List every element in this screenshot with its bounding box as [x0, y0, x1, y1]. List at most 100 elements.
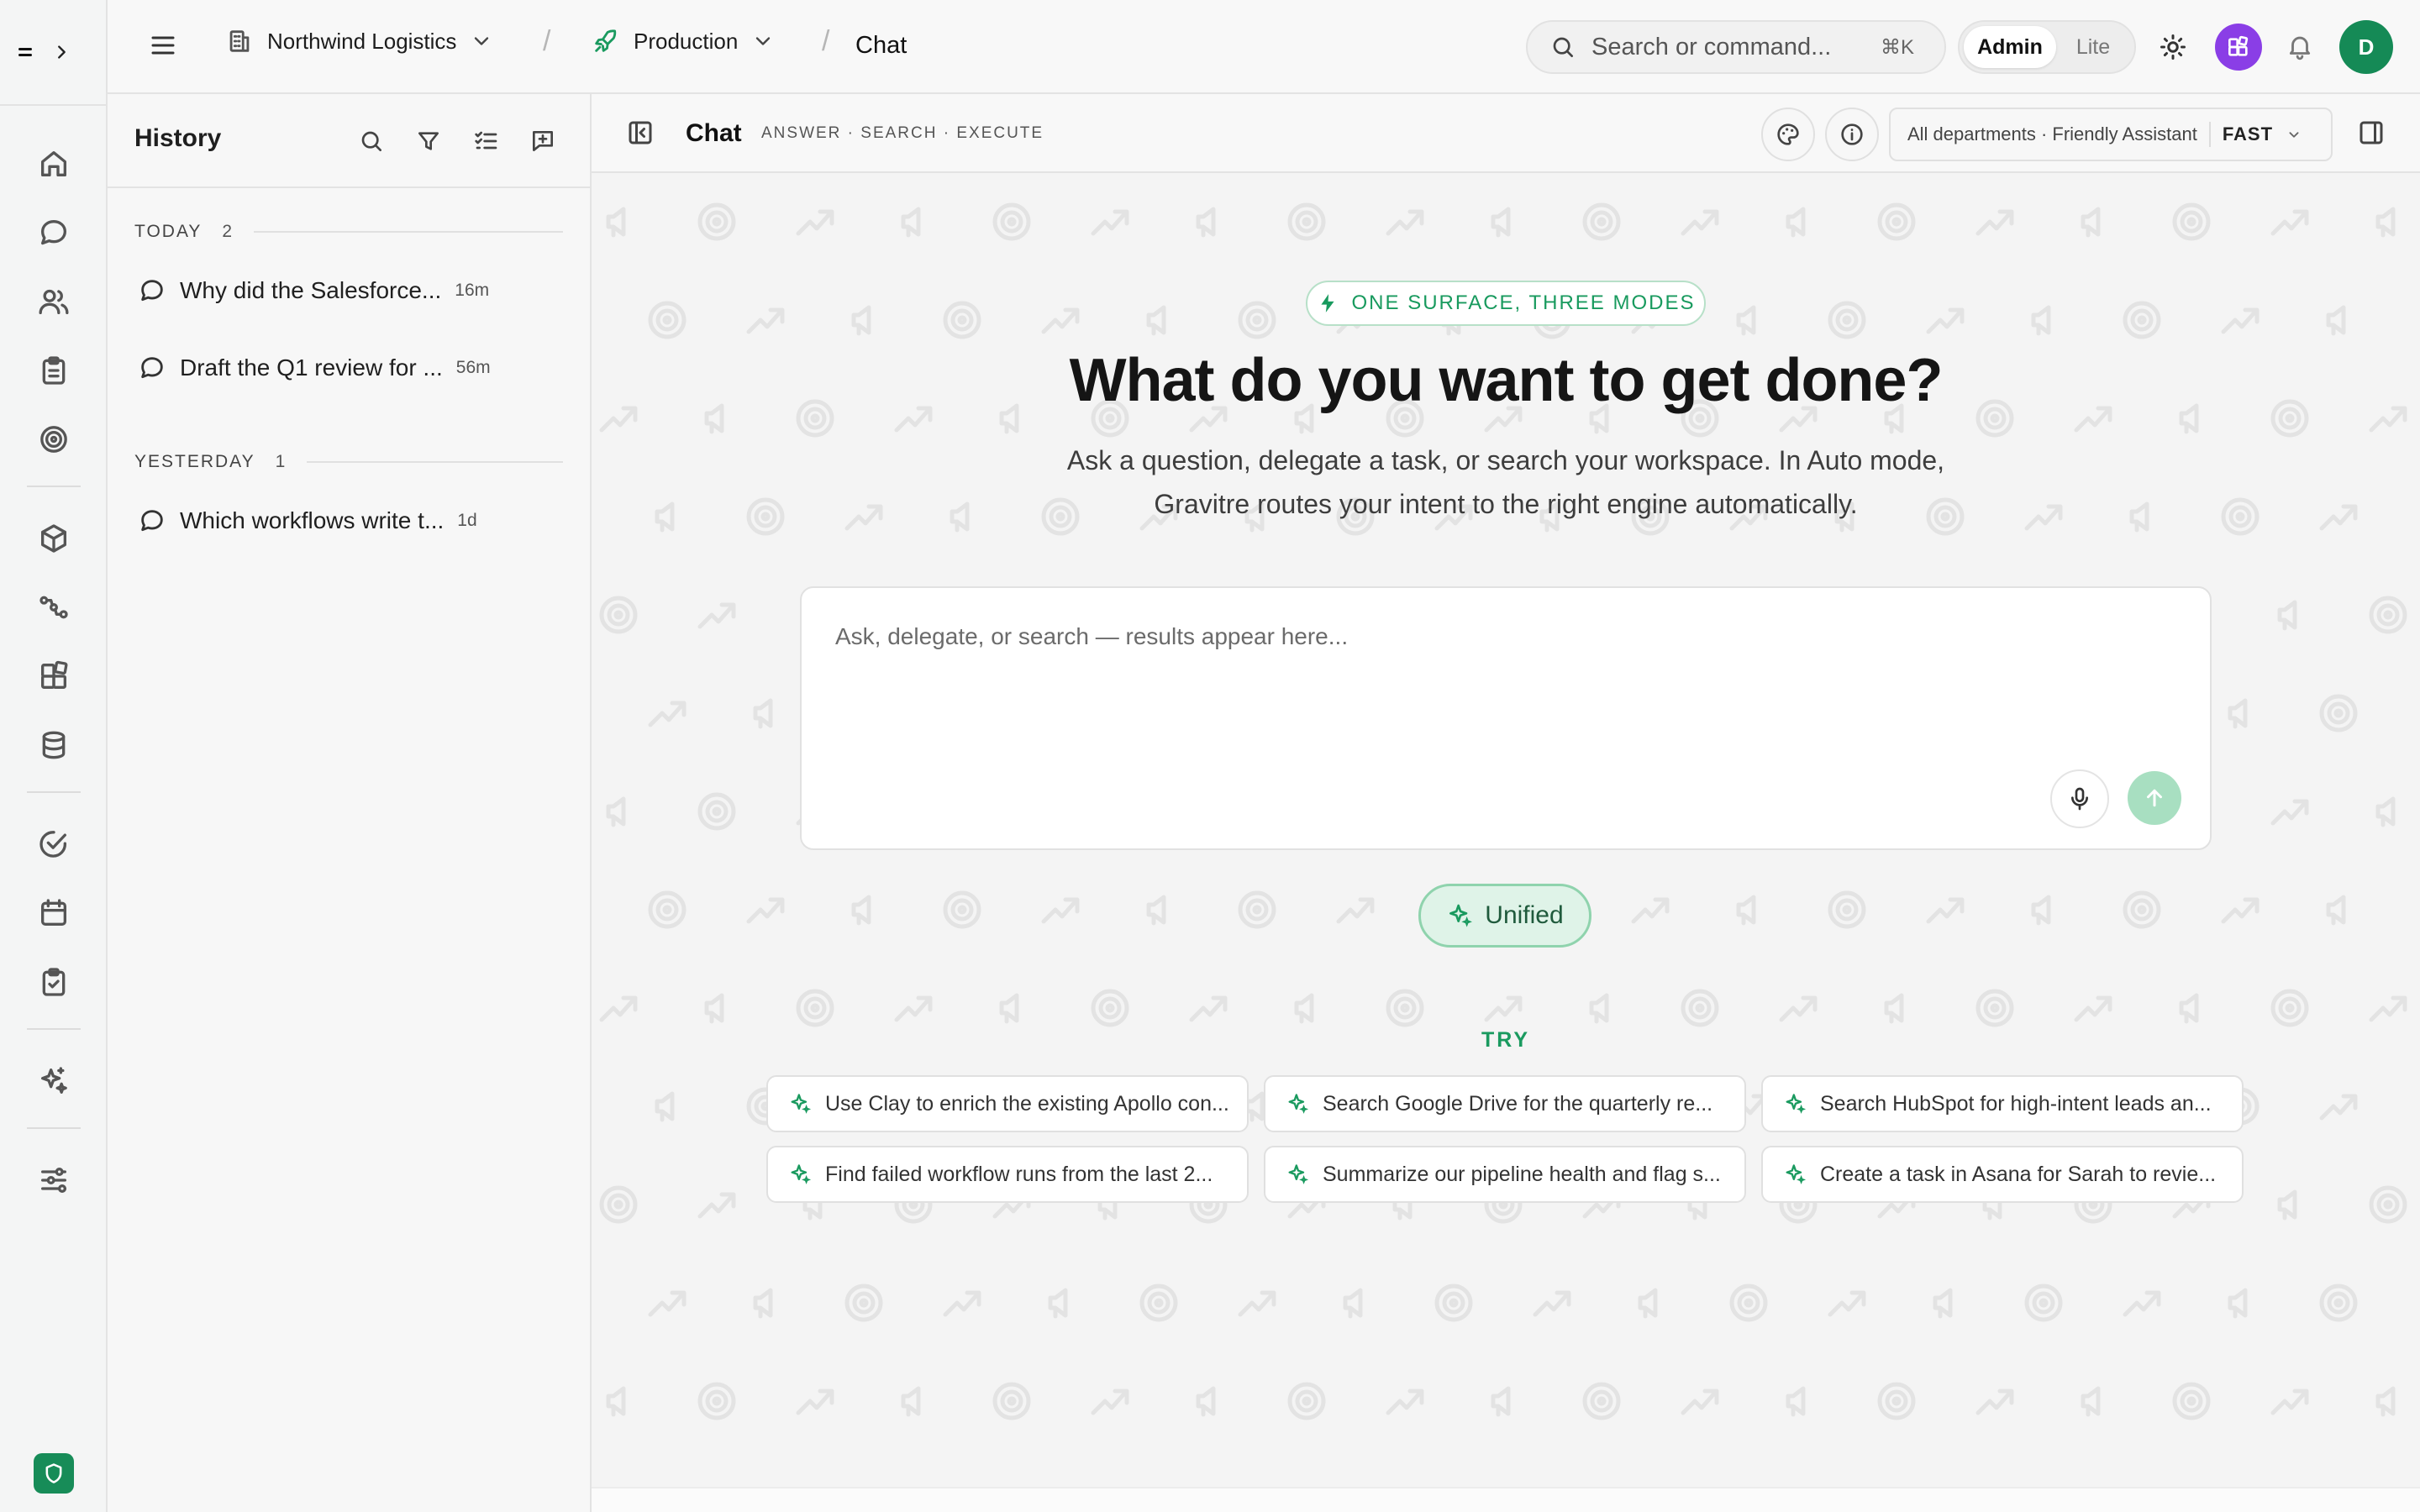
pattern-glyph: [1238, 890, 1276, 929]
arrow-up-icon: [2147, 789, 2162, 807]
mic-button[interactable]: [2050, 769, 2109, 828]
chevron-down-icon: [756, 37, 771, 45]
chevron-right-icon[interactable]: [52, 43, 71, 61]
pattern-glyph: [2129, 501, 2149, 533]
pattern-glyph: [943, 301, 981, 339]
info-icon[interactable]: [1825, 108, 1879, 161]
environment-name: Production: [634, 28, 739, 54]
pattern-glyph: [2375, 796, 2396, 827]
pattern-glyph: [2270, 799, 2309, 826]
clipboard-check-icon[interactable]: [27, 955, 81, 1009]
history-group-today: TODAY 2: [134, 222, 563, 242]
apps-icon[interactable]: [27, 649, 81, 703]
mode-toggle[interactable]: Admin Lite: [1958, 20, 2136, 74]
pattern-glyph: [844, 504, 883, 531]
calendar-icon[interactable]: [27, 886, 81, 940]
history-item[interactable]: Which workflows write t... 1d: [138, 499, 566, 543]
pattern-glyph: [2369, 596, 2407, 634]
pattern-glyph: [851, 895, 871, 926]
pattern-glyph: [1091, 209, 1129, 236]
pattern-glyph: [697, 1382, 736, 1420]
pattern-glyph: [894, 995, 933, 1022]
chat-bubble-icon: [141, 510, 163, 532]
chat-icon[interactable]: [27, 206, 81, 260]
pattern-glyph: [1681, 989, 1719, 1027]
pattern-glyph: [1589, 993, 1609, 1024]
pattern-glyph: [746, 307, 785, 334]
sparkles-icon[interactable]: [27, 1054, 81, 1108]
clipboard-icon[interactable]: [27, 344, 81, 397]
pattern-glyph: [2319, 1094, 2358, 1121]
apps-launcher-icon[interactable]: [2215, 24, 2262, 71]
mode-lite[interactable]: Lite: [2056, 26, 2130, 68]
pattern-glyph: [1336, 897, 1375, 924]
suggestion-chip[interactable]: Search HubSpot for high-intent leads an.…: [1761, 1075, 2244, 1132]
pattern-glyph: [655, 501, 675, 533]
palette-icon[interactable]: [1761, 108, 1815, 161]
pattern-glyph: [1146, 305, 1166, 336]
bell-icon[interactable]: [2286, 32, 2314, 60]
pattern-glyph: [943, 890, 981, 929]
select-list-icon[interactable]: [469, 124, 502, 158]
pattern-glyph: [2172, 202, 2211, 241]
target-icon[interactable]: [27, 412, 81, 466]
hero-subtitle: Ask a question, delegate a task, or sear…: [1066, 445, 1945, 519]
database-icon[interactable]: [27, 718, 81, 772]
group-divider: [307, 461, 563, 463]
search-icon[interactable]: [355, 124, 388, 158]
mode-pill-unified[interactable]: Unified: [1418, 884, 1591, 948]
workflow-icon[interactable]: [27, 580, 81, 634]
suggestion-chip[interactable]: Summarize our pipeline health and flag s…: [1264, 1146, 1746, 1203]
badge-text: ONE SURFACE, THREE MODES: [1351, 291, 1696, 314]
pattern-glyph: [1189, 995, 1228, 1022]
suggestion-text: Search HubSpot for high-intent leads an.…: [1820, 1091, 2212, 1116]
assistant-scope-selector[interactable]: All departments · Friendly Assistant FAS…: [1889, 108, 2333, 161]
shield-icon[interactable]: [34, 1453, 74, 1494]
home-icon[interactable]: [27, 137, 81, 191]
theme-toggle-sun-icon[interactable]: [2158, 32, 2188, 62]
users-icon[interactable]: [27, 275, 81, 328]
sparkle-icon: [1449, 904, 1473, 927]
send-button[interactable]: [2128, 771, 2181, 825]
chevron-down-icon: [475, 37, 489, 45]
history-item[interactable]: Why did the Salesforce... 16m: [138, 269, 566, 312]
pattern-glyph: [1041, 307, 1080, 334]
suggestion-chip[interactable]: Find failed workflow runs from the last …: [766, 1146, 1249, 1203]
command-search[interactable]: Search or command... ⌘K: [1526, 20, 1946, 74]
pattern-glyph: [1533, 1290, 1571, 1317]
pattern-glyph: [1196, 207, 1216, 238]
environment-switcher[interactable]: Production: [592, 27, 775, 55]
mode-admin[interactable]: Admin: [1964, 26, 2056, 68]
suggestion-chip[interactable]: Search Google Drive for the quarterly re…: [1264, 1075, 1746, 1132]
history-item-title: Why did the Salesforce...: [180, 277, 442, 303]
history-item-time: 1d: [457, 511, 477, 530]
pattern-glyph: [1041, 897, 1080, 924]
side-panel-icon[interactable]: [2356, 118, 2386, 148]
shortcut-hint: ⌘K: [1880, 35, 1914, 59]
pattern-glyph: [1975, 1389, 2014, 1415]
search-placeholder: Search or command...: [1591, 33, 1832, 60]
pattern-glyph: [606, 207, 626, 238]
pattern-glyph: [606, 1386, 626, 1417]
history-item[interactable]: Draft the Q1 review for ... 56m: [138, 346, 566, 390]
collapse-panel-icon[interactable]: [625, 118, 655, 148]
pattern-glyph: [2228, 698, 2248, 729]
new-chat-icon[interactable]: [526, 124, 560, 158]
pattern-glyph: [2369, 995, 2407, 1022]
org-switcher[interactable]: Northwind Logistics: [225, 27, 493, 55]
composer[interactable]: Ask, delegate, or search — results appea…: [800, 586, 2212, 850]
suggestion-text: Summarize our pipeline health and flag s…: [1323, 1162, 1721, 1186]
pattern-glyph: [1828, 1290, 1866, 1317]
pattern-glyph: [697, 1192, 736, 1219]
filter-icon[interactable]: [412, 124, 445, 158]
suggestion-chip[interactable]: Use Clay to enrich the existing Apollo c…: [766, 1075, 1249, 1132]
suggestion-chip[interactable]: Create a task in Asana for Sarah to revi…: [1761, 1146, 2244, 1203]
sliders-icon[interactable]: [27, 1153, 81, 1207]
suggestion-text: Create a task in Asana for Sarah to revi…: [1820, 1162, 2217, 1186]
pattern-glyph: [1786, 207, 1806, 238]
menu-icon[interactable]: [148, 30, 178, 60]
check-circle-icon[interactable]: [27, 817, 81, 871]
composer-input[interactable]: Ask, delegate, or search — results appea…: [835, 623, 1348, 650]
avatar[interactable]: D: [2339, 20, 2393, 74]
cube-icon[interactable]: [27, 512, 81, 565]
